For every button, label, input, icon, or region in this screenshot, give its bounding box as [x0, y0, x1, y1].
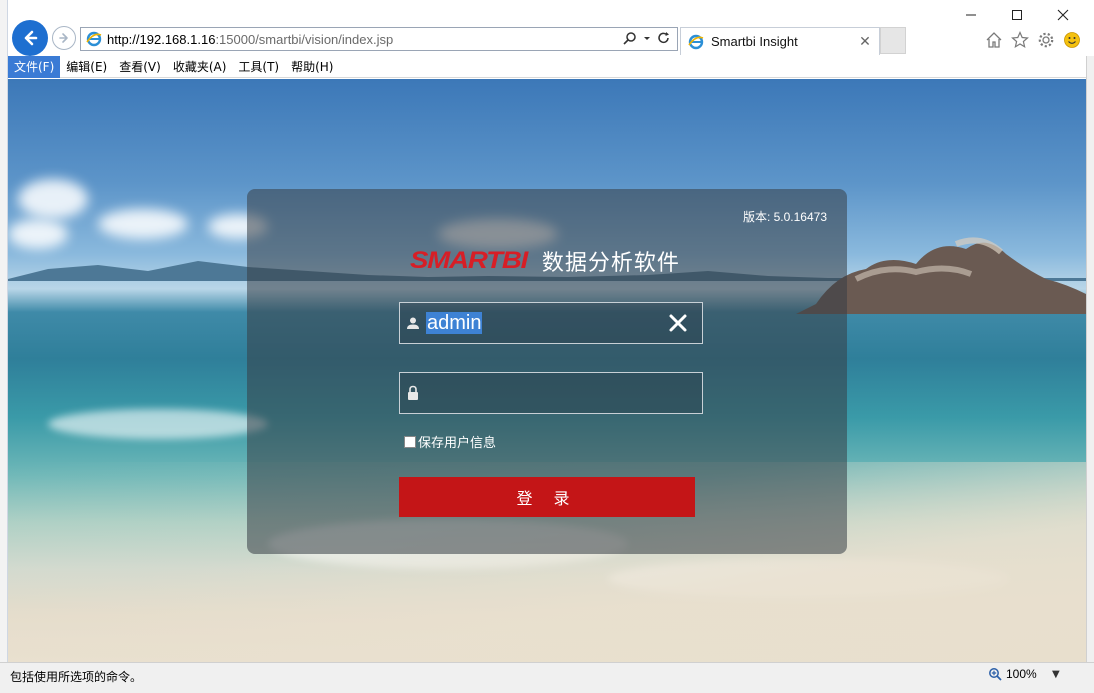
menu-tools[interactable]: 工具(T)	[232, 56, 285, 78]
browser-window: http://192.168.1.16:15000/smartbi/vision…	[0, 0, 1094, 693]
menu-help[interactable]: 帮助(H)	[285, 56, 339, 78]
new-tab-button[interactable]	[880, 27, 906, 54]
address-bar[interactable]: http://192.168.1.16:15000/smartbi/vision…	[80, 27, 678, 51]
remember-me[interactable]: 保存用户信息	[404, 432, 496, 451]
password-field[interactable]	[399, 372, 703, 414]
brand-header: SMARTBI 数据分析软件	[410, 246, 680, 276]
lock-icon	[406, 385, 420, 401]
tab-close-icon[interactable]: ✕	[857, 34, 873, 50]
zoom-dropdown-icon[interactable]: ▼	[1052, 669, 1060, 680]
status-bar: 包括使用所选项的命令。 100% ▼	[0, 662, 1094, 693]
zoom-control[interactable]: 100%	[988, 667, 1037, 681]
maximize-button[interactable]	[994, 0, 1040, 30]
version-label: 版本: 5.0.16473	[742, 210, 827, 224]
remember-checkbox[interactable]	[404, 435, 416, 448]
smartbi-logo: SMARTBI	[410, 247, 528, 274]
home-button[interactable]	[984, 30, 1004, 50]
back-arrow-icon	[24, 30, 38, 46]
star-icon	[1011, 31, 1029, 49]
dropdown-arrow-icon[interactable]	[643, 31, 651, 45]
ie-page-icon	[86, 31, 102, 47]
back-button[interactable]	[12, 20, 48, 56]
user-icon	[406, 315, 420, 331]
address-path: :15000/smartbi/vision/index.jsp	[215, 31, 394, 47]
address-host: http://192.168.1.16	[107, 31, 216, 47]
minimize-button[interactable]	[948, 0, 994, 30]
login-panel: 版本: 5.0.16473 SMARTBI 数据分析软件 admin 保存用户信…	[247, 189, 847, 554]
username-value[interactable]: admin	[426, 312, 483, 334]
clear-username-icon[interactable]	[668, 313, 688, 333]
menu-bar: 文件(F) 编辑(E) 查看(V) 收藏夹(A) 工具(T) 帮助(H)	[8, 55, 1086, 78]
background-cloud	[8, 219, 68, 249]
search-icon[interactable]	[623, 31, 637, 45]
browser-navigation-bar: http://192.168.1.16:15000/smartbi/vision…	[8, 0, 1086, 56]
background-cloud	[98, 209, 188, 239]
settings-button[interactable]	[1036, 30, 1056, 50]
background-window-edge	[0, 0, 8, 693]
login-button[interactable]: 登 录	[399, 477, 695, 517]
zoom-level: 100%	[1006, 667, 1037, 681]
username-field[interactable]: admin	[399, 302, 703, 344]
menu-edit[interactable]: 编辑(E)	[60, 56, 113, 78]
menu-file[interactable]: 文件(F)	[8, 55, 61, 78]
brand-subtitle: 数据分析软件	[541, 251, 680, 276]
status-text: 包括使用所选项的命令。	[10, 670, 143, 684]
menu-view[interactable]: 查看(V)	[113, 56, 167, 78]
maximize-icon	[1012, 10, 1022, 20]
tab-title: Smartbi Insight	[711, 34, 798, 49]
remember-label: 保存用户信息	[418, 436, 497, 451]
minimize-icon	[966, 14, 976, 16]
favorites-button[interactable]	[1010, 30, 1030, 50]
close-button[interactable]	[1040, 0, 1086, 30]
menu-favorites[interactable]: 收藏夹(A)	[167, 56, 233, 78]
ie-tab-icon	[688, 34, 704, 49]
forward-arrow-icon	[59, 33, 68, 43]
close-icon	[1057, 9, 1069, 21]
home-icon	[986, 32, 1002, 48]
zoom-icon	[989, 668, 1002, 681]
browser-tab[interactable]: Smartbi Insight ✕	[680, 27, 880, 55]
page-viewport: 版本: 5.0.16473 SMARTBI 数据分析软件 admin 保存用户信…	[8, 79, 1086, 662]
address-url: http://192.168.1.16:15000/smartbi/vision…	[107, 32, 393, 47]
refresh-icon[interactable]	[657, 31, 671, 45]
vertical-scrollbar[interactable]	[1086, 56, 1094, 693]
smiley-icon	[1064, 32, 1080, 48]
feedback-button[interactable]	[1062, 30, 1082, 50]
background-cloud	[18, 179, 88, 219]
gear-icon	[1038, 32, 1054, 48]
forward-button[interactable]	[52, 26, 76, 50]
background-foam	[48, 409, 268, 439]
